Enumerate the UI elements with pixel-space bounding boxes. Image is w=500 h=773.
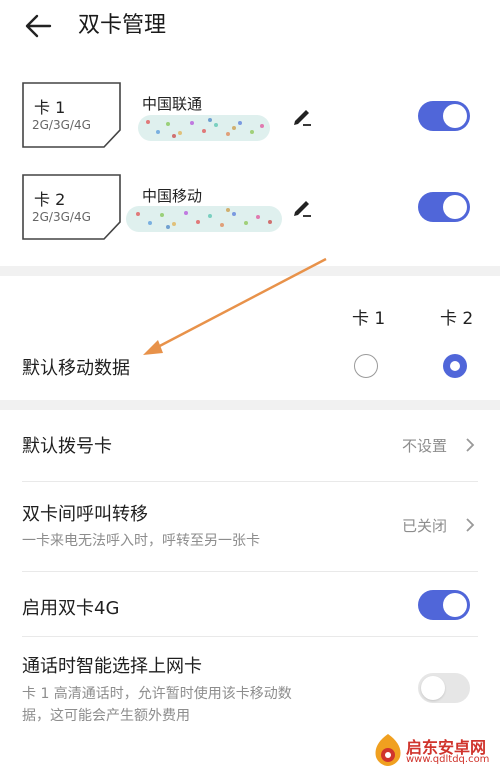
chevron-right-icon (466, 518, 475, 532)
call-forwarding-row[interactable]: 双卡间呼叫转移 一卡来电无法呼入时，呼转至另一张卡 已关闭 (0, 490, 500, 562)
smart-data-card-description-line2: 据，这可能会产生额外费用 (22, 708, 190, 724)
divider (22, 481, 478, 482)
divider (22, 636, 478, 637)
section-divider (0, 400, 500, 410)
call-forwarding-label: 双卡间呼叫转移 (22, 504, 148, 525)
divider (22, 571, 478, 572)
default-dial-card-label: 默认拨号卡 (22, 436, 112, 457)
dual-4g-toggle[interactable] (418, 590, 470, 620)
watermark-logo (375, 734, 401, 766)
default-dial-card-row[interactable]: 默认拨号卡 不设置 (0, 420, 500, 472)
default-dial-card-value: 不设置 (402, 437, 448, 455)
smart-data-card-description-line1: 卡 1 高清通话时，允许暂时使用该卡移动数 (22, 686, 292, 702)
chevron-right-icon (466, 438, 475, 452)
call-forwarding-description: 一卡来电无法呼入时，呼转至另一张卡 (22, 533, 260, 549)
watermark-url: www.qdltdq.com (406, 754, 490, 765)
call-forwarding-value: 已关闭 (402, 517, 448, 535)
dual-4g-label: 启用双卡4G (22, 598, 120, 619)
smart-data-card-toggle[interactable] (418, 673, 470, 703)
smart-data-card-label: 通话时智能选择上网卡 (22, 656, 202, 677)
